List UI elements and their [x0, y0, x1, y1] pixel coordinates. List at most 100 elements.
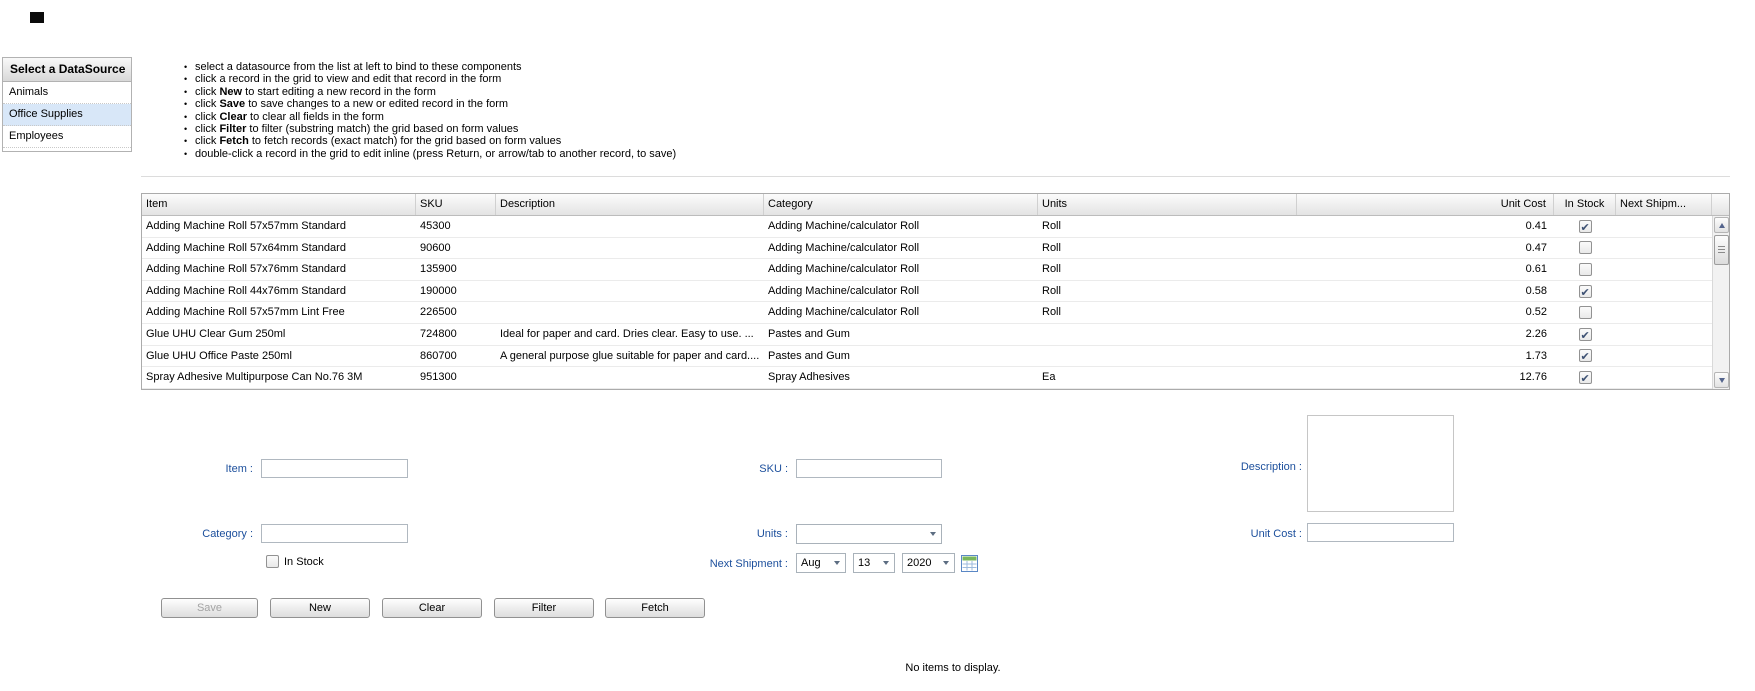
cell-unit-cost: 0.58: [1297, 281, 1554, 302]
cell-category: Pastes and Gum: [764, 346, 1038, 367]
cell-in-stock: [1554, 367, 1616, 388]
in-stock-checkbox[interactable]: [1579, 263, 1592, 276]
description-textarea[interactable]: [1307, 415, 1454, 512]
cell-description: [496, 259, 764, 280]
cell-category: Spray Adhesives: [764, 367, 1038, 388]
new-button[interactable]: New: [270, 598, 370, 618]
fetch-button[interactable]: Fetch: [605, 598, 705, 618]
cell-item: Spray Adhesive Multipurpose Can No.76 3M: [142, 367, 416, 388]
cell-next-shipment: [1616, 367, 1712, 388]
table-row[interactable]: Adding Machine Roll 57x57mm Lint Free226…: [142, 302, 1712, 324]
item-label: Item :: [143, 462, 253, 476]
in-stock-checkbox[interactable]: [1579, 349, 1592, 362]
table-row[interactable]: Adding Machine Roll 57x64mm Standard9060…: [142, 238, 1712, 260]
cell-category: Adding Machine/calculator Roll: [764, 238, 1038, 259]
sku-label: SKU :: [683, 462, 788, 476]
description-label: Description :: [1192, 460, 1302, 474]
column-header-sku[interactable]: SKU: [416, 194, 496, 215]
datasource-item-employees[interactable]: Employees: [3, 126, 131, 148]
cell-description: [496, 367, 764, 388]
next-shipment-year-select[interactable]: 2020: [902, 553, 955, 573]
chevron-down-icon: [930, 532, 936, 536]
in-stock-checkbox[interactable]: [1579, 371, 1592, 384]
datasource-item-office-supplies[interactable]: Office Supplies: [3, 104, 131, 126]
cell-category: Adding Machine/calculator Roll: [764, 281, 1038, 302]
grid-vertical-scrollbar[interactable]: [1712, 216, 1729, 389]
in-stock-field: In Stock: [266, 555, 324, 568]
instruction-item: click Fetch to fetch records (exact matc…: [182, 135, 676, 147]
units-select[interactable]: [796, 524, 942, 544]
category-label: Category :: [143, 527, 253, 541]
cell-next-shipment: [1616, 281, 1712, 302]
cell-sku: 951300: [416, 367, 496, 388]
next-shipment-month-select[interactable]: Aug: [796, 553, 846, 573]
cell-unit-cost: 0.61: [1297, 259, 1554, 280]
save-button[interactable]: Save: [161, 598, 258, 618]
arrow-up-icon: [1719, 223, 1725, 228]
cell-unit-cost: 2.26: [1297, 324, 1554, 345]
column-header-in-stock[interactable]: In Stock: [1554, 194, 1616, 215]
filter-button[interactable]: Filter: [494, 598, 594, 618]
table-row[interactable]: Adding Machine Roll 44x76mm Standard1900…: [142, 281, 1712, 303]
chevron-down-icon: [883, 561, 889, 565]
cell-next-shipment: [1616, 324, 1712, 345]
cell-units: Roll: [1038, 281, 1297, 302]
grid-body: Adding Machine Roll 57x57mm Standard4530…: [142, 216, 1712, 389]
column-header-category[interactable]: Category: [764, 194, 1038, 215]
unit-cost-field[interactable]: [1307, 523, 1454, 542]
cell-unit-cost: 12.76: [1297, 367, 1554, 388]
table-row[interactable]: Adding Machine Roll 57x57mm Standard4530…: [142, 216, 1712, 238]
scrollbar-thumb[interactable]: [1714, 235, 1729, 265]
date-picker-button[interactable]: [961, 555, 978, 572]
day-select-value: 13: [858, 557, 870, 569]
instruction-item: double-click a record in the grid to edi…: [182, 148, 676, 160]
cell-units: Roll: [1038, 259, 1297, 280]
in-stock-label: In Stock: [284, 556, 324, 568]
cell-sku: 190000: [416, 281, 496, 302]
scrollbar-grip-icon: [1718, 249, 1725, 250]
column-header-unit-cost[interactable]: Unit Cost: [1297, 194, 1554, 215]
units-label: Units :: [683, 527, 788, 541]
next-shipment-day-select[interactable]: 13: [853, 553, 895, 573]
in-stock-checkbox[interactable]: [1579, 285, 1592, 298]
cell-unit-cost: 0.41: [1297, 216, 1554, 237]
in-stock-checkbox[interactable]: [266, 555, 279, 568]
in-stock-checkbox[interactable]: [1579, 328, 1592, 341]
clear-button[interactable]: Clear: [382, 598, 482, 618]
table-row[interactable]: Adding Machine Roll 57x76mm Standard1359…: [142, 259, 1712, 281]
instruction-item: select a datasource from the list at lef…: [182, 61, 676, 73]
cell-category: Adding Machine/calculator Roll: [764, 259, 1038, 280]
sku-field[interactable]: [796, 459, 942, 478]
table-row[interactable]: Glue UHU Clear Gum 250ml724800Ideal for …: [142, 324, 1712, 346]
scroll-up-button[interactable]: [1714, 217, 1729, 233]
cell-item: Adding Machine Roll 57x64mm Standard: [142, 238, 416, 259]
datasource-item-animals[interactable]: Animals: [3, 82, 131, 104]
column-header-next-shipment[interactable]: Next Shipm...: [1616, 194, 1712, 215]
cell-category: Pastes and Gum: [764, 324, 1038, 345]
cell-unit-cost: 0.52: [1297, 302, 1554, 323]
window-artifact: [30, 12, 44, 23]
unit-cost-label: Unit Cost :: [1192, 527, 1302, 541]
table-row[interactable]: Spray Adhesive Multipurpose Can No.76 3M…: [142, 367, 1712, 389]
cell-next-shipment: [1616, 259, 1712, 280]
column-header-description[interactable]: Description: [496, 194, 764, 215]
cell-item: Glue UHU Office Paste 250ml: [142, 346, 416, 367]
column-header-units[interactable]: Units: [1038, 194, 1297, 215]
cell-item: Adding Machine Roll 44x76mm Standard: [142, 281, 416, 302]
instructions-list: select a datasource from the list at lef…: [182, 61, 676, 160]
column-header-item[interactable]: Item: [142, 194, 416, 215]
cell-in-stock: [1554, 259, 1616, 280]
cell-in-stock: [1554, 238, 1616, 259]
in-stock-checkbox[interactable]: [1579, 220, 1592, 233]
cell-description: Ideal for paper and card. Dries clear. E…: [496, 324, 764, 345]
table-row[interactable]: Glue UHU Office Paste 250ml860700A gener…: [142, 346, 1712, 368]
category-field[interactable]: [261, 524, 408, 543]
cell-description: [496, 281, 764, 302]
cell-description: [496, 302, 764, 323]
cell-in-stock: [1554, 346, 1616, 367]
item-field[interactable]: [261, 459, 408, 478]
in-stock-checkbox[interactable]: [1579, 306, 1592, 319]
datasource-panel-padding: [3, 148, 131, 151]
scroll-down-button[interactable]: [1714, 372, 1729, 388]
in-stock-checkbox[interactable]: [1579, 241, 1592, 254]
